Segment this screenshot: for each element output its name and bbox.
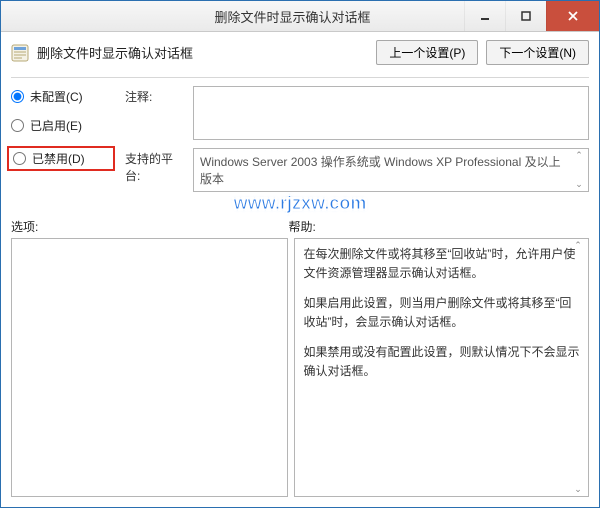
minimize-icon (479, 10, 491, 22)
help-pane[interactable]: 在每次删除文件或将其移至“回收站”时，允许用户使文件资源管理器显示确认对话框。 … (294, 238, 589, 497)
close-icon (567, 10, 579, 22)
options-pane[interactable] (11, 238, 288, 497)
state-radio-group: 未配置(C) 已启用(E) 已禁用(D) (11, 86, 111, 171)
panes: 在每次删除文件或将其移至“回收站”时，允许用户使文件资源管理器显示确认对话框。 … (11, 238, 589, 497)
policy-icon (11, 44, 29, 62)
help-paragraph: 如果启用此设置，则当用户删除文件或将其移至“回收站”时，会显示确认对话框。 (303, 294, 580, 331)
pane-labels: 选项: 帮助: (11, 218, 589, 235)
next-setting-button[interactable]: 下一个设置(N) (486, 40, 589, 65)
window-title: 删除文件时显示确认对话框 (121, 7, 464, 26)
maximize-icon (520, 10, 532, 22)
options-label: 选项: (11, 218, 288, 235)
radio-enabled-label: 已启用(E) (30, 117, 82, 134)
highlight-box: 已禁用(D) (7, 146, 115, 171)
radio-enabled-input[interactable] (11, 119, 24, 132)
group-policy-dialog: 删除文件时显示确认对话框 删除文件时显示确认对话框 (0, 0, 600, 508)
radio-disabled-input[interactable] (13, 152, 26, 165)
chevron-down-icon: ⌄ (572, 180, 586, 189)
watermark-text: www.rjzxw.com (11, 193, 589, 214)
minimize-button[interactable] (464, 1, 505, 31)
supported-platforms-box: Windows Server 2003 操作系统或 Windows XP Pro… (193, 148, 589, 192)
radio-not-configured[interactable]: 未配置(C) (11, 88, 111, 105)
help-label: 帮助: (288, 218, 589, 235)
help-paragraph: 如果禁用或没有配置此设置，则默认情况下不会显示确认对话框。 (303, 343, 580, 380)
supported-label: 支持的平台: (125, 148, 185, 184)
scrollbar[interactable]: ⌃ ⌄ (572, 151, 586, 189)
radio-disabled[interactable]: 已禁用(D) (13, 150, 109, 167)
radio-disabled-label: 已禁用(D) (32, 150, 85, 167)
scrollbar[interactable]: ⌃ ⌄ (571, 241, 585, 494)
radio-not-configured-input[interactable] (11, 90, 24, 103)
divider (11, 77, 589, 78)
titlebar: 删除文件时显示确认对话框 (1, 1, 599, 32)
radio-not-configured-label: 未配置(C) (30, 88, 83, 105)
supported-row: 支持的平台: Windows Server 2003 操作系统或 Windows… (125, 148, 589, 192)
comment-row: 注释: (125, 86, 589, 140)
prev-setting-button[interactable]: 上一个设置(P) (376, 40, 478, 65)
radio-enabled[interactable]: 已启用(E) (11, 117, 111, 134)
info-column: 注释: 支持的平台: Windows Server 2003 操作系统或 Win… (125, 86, 589, 192)
chevron-up-icon: ⌃ (572, 151, 586, 160)
help-paragraph: 在每次删除文件或将其移至“回收站”时，允许用户使文件资源管理器显示确认对话框。 (303, 245, 580, 282)
maximize-button[interactable] (505, 1, 546, 31)
chevron-up-icon: ⌃ (571, 241, 585, 250)
dialog-body: 删除文件时显示确认对话框 上一个设置(P) 下一个设置(N) 未配置(C) 已启… (1, 32, 599, 507)
config-section: 未配置(C) 已启用(E) 已禁用(D) 注释: (11, 86, 589, 192)
chevron-down-icon: ⌄ (571, 485, 585, 494)
policy-header-row: 删除文件时显示确认对话框 上一个设置(P) 下一个设置(N) (11, 40, 589, 65)
supported-platforms-text: Windows Server 2003 操作系统或 Windows XP Pro… (200, 155, 561, 186)
comment-label: 注释: (125, 86, 185, 105)
close-button[interactable] (546, 1, 599, 31)
window-controls (464, 1, 599, 31)
policy-title: 删除文件时显示确认对话框 (37, 43, 193, 62)
comment-textarea[interactable] (193, 86, 589, 140)
